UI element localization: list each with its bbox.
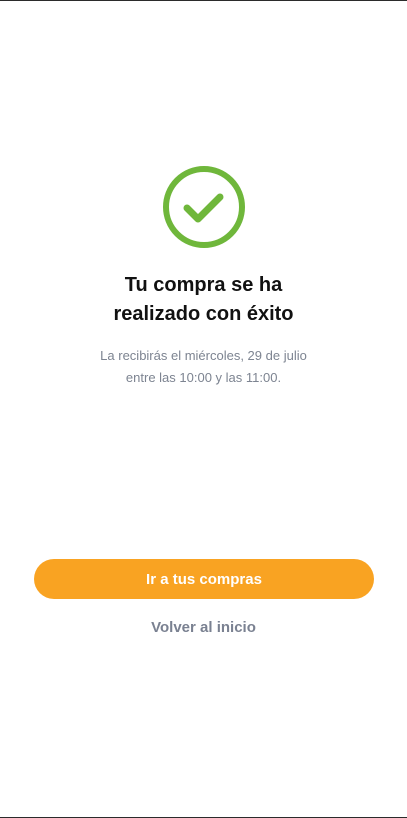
circle-outline (163, 166, 245, 248)
delivery-message-line-1: La recibirás el miércoles, 29 de julio (100, 348, 307, 363)
success-title: Tu compra se ha realizado con éxito (0, 271, 407, 329)
go-to-purchases-button[interactable]: Ir a tus compras (34, 559, 374, 599)
delivery-message: La recibirás el miércoles, 29 de julio e… (0, 345, 407, 389)
purchase-success-screen: Tu compra se ha realizado con éxito La r… (0, 1, 407, 817)
check-circle-graphic (163, 166, 245, 248)
check-circle-icon (160, 166, 248, 254)
success-title-line-2: realizado con éxito (113, 303, 294, 325)
success-title-line-1: Tu compra se ha (124, 274, 283, 296)
checkmark (183, 193, 224, 223)
back-to-home-button[interactable]: Volver al inicio (0, 614, 407, 640)
delivery-message-line-2: entre las 10:00 y las 11:00. (125, 370, 282, 385)
